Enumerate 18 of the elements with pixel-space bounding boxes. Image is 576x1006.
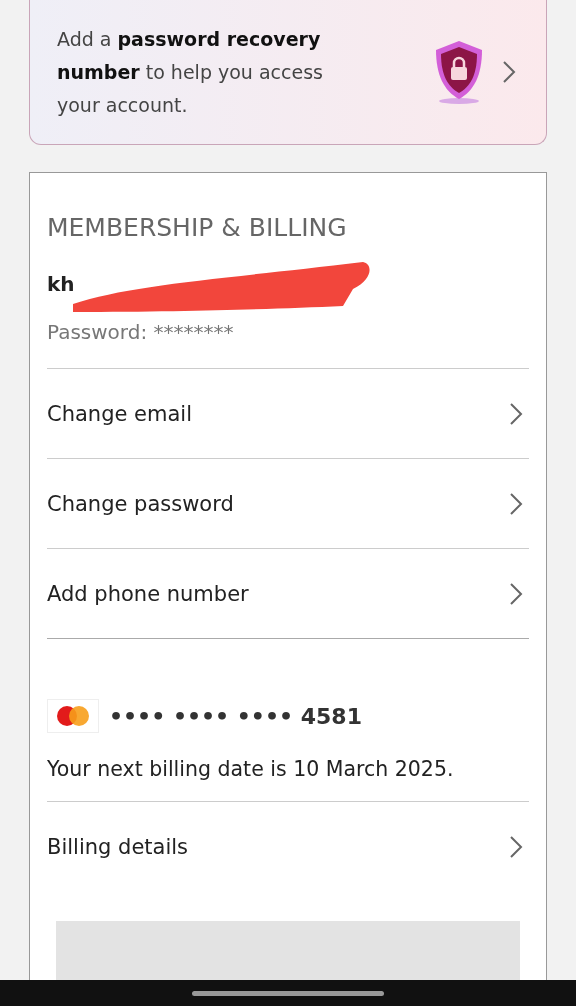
home-indicator[interactable] (192, 990, 384, 996)
chevron-right-icon (509, 491, 523, 516)
card-number: •••• •••• •••• 4581 (109, 703, 362, 729)
card-logo-icon (47, 699, 99, 733)
email-text: kh (47, 272, 75, 296)
settings-link[interactable]: Add phone number (47, 548, 529, 638)
settings-link[interactable]: Change email (47, 368, 529, 458)
section-title: MEMBERSHIP & BILLING (47, 213, 348, 242)
settings-link[interactable]: Change password (47, 458, 529, 548)
recovery-banner[interactable]: Add a password recovery number to help you access your account. (29, 0, 547, 145)
chevron-right-icon (509, 401, 523, 426)
chevron-right-icon (502, 60, 516, 84)
billing-date-text: Your next billing date is 10 March 2025. (47, 757, 455, 781)
chevron-right-icon (509, 581, 523, 606)
password-text: Password: ******** (47, 320, 235, 344)
banner-text: Add a password recovery number to help you access your account. (57, 26, 324, 118)
settings-link[interactable]: Billing details (47, 801, 529, 891)
chevron-right-icon (509, 834, 523, 859)
